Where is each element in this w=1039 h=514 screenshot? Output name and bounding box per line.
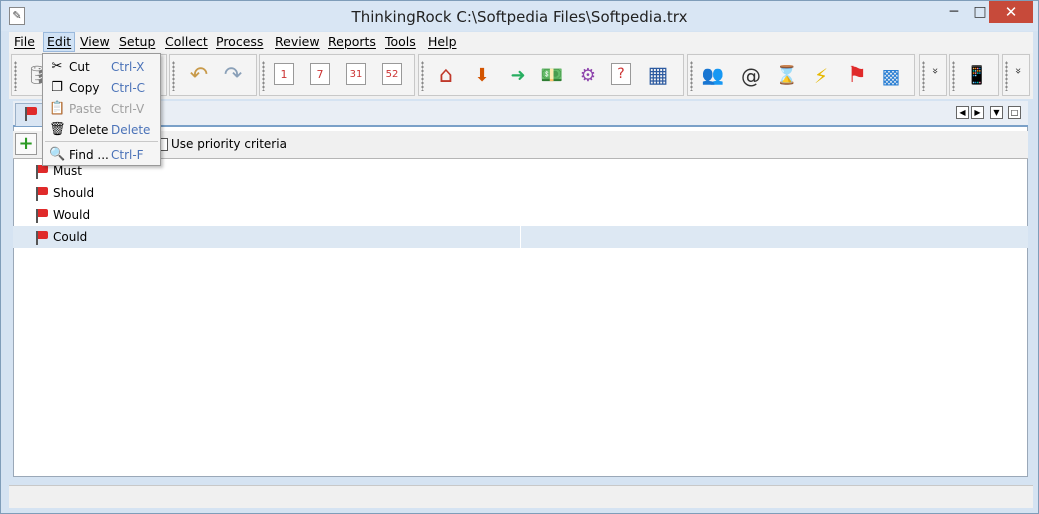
- toolbar-overflow-chevron-icon[interactable]: »: [929, 65, 942, 77]
- edit-menu-dropdown: ✂ Cut Ctrl-X ❐ Copy Ctrl-C 📋 Paste Ctrl-…: [42, 53, 161, 166]
- toolbar-grip[interactable]: [690, 61, 693, 91]
- toolbar-grip[interactable]: [172, 61, 175, 91]
- calendar-year-icon[interactable]: 52: [382, 63, 402, 85]
- menu-item-label: Paste: [69, 102, 102, 116]
- priority-list: Must Should Would Could: [13, 160, 1028, 248]
- menu-collect[interactable]: Collect: [165, 32, 208, 52]
- menu-item-copy[interactable]: ❐ Copy Ctrl-C: [43, 78, 160, 98]
- contacts-icon[interactable]: 👥: [700, 63, 726, 89]
- menu-item-shortcut: Ctrl-V: [111, 102, 145, 116]
- scissors-icon: ✂: [51, 59, 63, 74]
- title-bar[interactable]: ✎ ThinkingRock C:\Softpedia Files\Softpe…: [1, 1, 1038, 31]
- list-item[interactable]: Must: [13, 160, 1028, 182]
- toolbar-overflow-chevron-icon[interactable]: »: [1012, 65, 1025, 77]
- tab-scroll-right-icon[interactable]: ▶: [971, 106, 984, 119]
- menu-setup[interactable]: Setup: [119, 32, 155, 52]
- toolbar-grip[interactable]: [421, 61, 424, 91]
- flag-icon: [35, 231, 49, 245]
- toolbar-grip[interactable]: [952, 61, 955, 91]
- menu-view[interactable]: View: [80, 32, 110, 52]
- flag-icon: [35, 209, 49, 223]
- menu-file[interactable]: File: [14, 32, 35, 52]
- menu-item-delete[interactable]: 🗑 Delete Delete: [43, 120, 160, 140]
- trash-icon: 🗑: [49, 122, 66, 137]
- app-window: ✎ ThinkingRock C:\Softpedia Files\Softpe…: [0, 0, 1039, 514]
- hourglass-icon[interactable]: ⌛: [774, 63, 800, 89]
- menu-item-shortcut: Ctrl-C: [111, 81, 146, 95]
- main-toolbar: 🛢 ↶ ↷ 1 7 31 52 ⌂ ⬇ ➜ 💵 ⚙ ? ▦ 👥 @ ⌛ ⚡ ⚑ …: [9, 53, 1033, 99]
- toolbar-group-calendar: 1 7 31 52: [259, 54, 415, 96]
- question-calendar-icon[interactable]: ?: [611, 63, 631, 85]
- undo-icon[interactable]: ↶: [186, 63, 212, 89]
- close-button[interactable]: ✕: [989, 1, 1033, 23]
- column-divider: [520, 226, 521, 248]
- at-icon[interactable]: @: [738, 63, 764, 89]
- toolbar-grip[interactable]: [922, 61, 925, 91]
- tab-strip: ◀ ▶ ▼ □: [13, 101, 1028, 127]
- toolbar-grip[interactable]: [14, 61, 17, 91]
- paste-icon: 📋: [49, 101, 66, 116]
- toolbar-grip[interactable]: [262, 61, 265, 91]
- list-item-label: Should: [53, 186, 95, 200]
- toolbar-group-overflow-2: »: [1002, 54, 1030, 96]
- menu-reports[interactable]: Reports: [328, 32, 376, 52]
- flag-icon[interactable]: ⚑: [844, 63, 870, 89]
- home-icon[interactable]: ⌂: [433, 63, 459, 89]
- redo-icon[interactable]: ↷: [220, 63, 246, 89]
- toolbar-group-devices: 📱: [949, 54, 999, 96]
- menu-item-shortcut: Ctrl-X: [111, 60, 145, 74]
- menu-item-paste: 📋 Paste Ctrl-V: [43, 99, 160, 119]
- list-item-label: Could: [53, 230, 88, 244]
- window-title: ThinkingRock C:\Softpedia Files\Softpedi…: [351, 8, 688, 26]
- menu-edit[interactable]: Edit: [43, 32, 76, 52]
- list-item[interactable]: Would: [13, 204, 1028, 226]
- menu-item-label: Cut: [69, 60, 90, 74]
- list-item-label: Would: [53, 208, 91, 222]
- phone-icon[interactable]: 📱: [964, 63, 990, 89]
- menu-item-find[interactable]: 🔍 Find ... Ctrl-F: [43, 145, 160, 165]
- blocks-icon[interactable]: ▩: [878, 63, 904, 89]
- flag-icon: [35, 165, 49, 179]
- menu-item-label: Copy: [69, 81, 100, 95]
- list-item-selected[interactable]: Could: [13, 226, 1028, 248]
- toolbar-group-contexts: 👥 @ ⌛ ⚡ ⚑ ▩: [687, 54, 915, 96]
- process-thoughts-icon[interactable]: ⚙: [575, 63, 601, 89]
- toolbar-grip[interactable]: [1005, 61, 1008, 91]
- lightning-icon[interactable]: ⚡: [808, 63, 834, 89]
- menu-item-cut[interactable]: ✂ Cut Ctrl-X: [43, 57, 160, 77]
- menu-item-shortcut: Delete: [111, 123, 151, 137]
- flag-icon: [35, 187, 49, 201]
- menu-separator: [45, 141, 158, 142]
- menu-review[interactable]: Review: [275, 32, 320, 52]
- magnifier-icon: 🔍: [49, 147, 66, 162]
- tab-criteria[interactable]: [15, 103, 43, 126]
- add-criterion-button[interactable]: +: [15, 133, 37, 155]
- menu-item-label: Delete: [69, 123, 109, 137]
- inbox-in-icon[interactable]: ⬇: [469, 63, 495, 89]
- menu-item-label: Find ...: [69, 148, 109, 162]
- toolbar-group-overflow-1: »: [919, 54, 947, 96]
- tab-menu-icon[interactable]: ▼: [990, 106, 1003, 119]
- calendar-day-icon[interactable]: 1: [274, 63, 294, 85]
- calendar-week-icon[interactable]: 7: [310, 63, 330, 85]
- filing-cabinet-icon[interactable]: ▦: [645, 63, 671, 89]
- toolbar-group-undo: ↶ ↷: [169, 54, 257, 96]
- list-item[interactable]: Should: [13, 182, 1028, 204]
- calendar-month-icon[interactable]: 31: [346, 63, 366, 85]
- menu-process[interactable]: Process: [216, 32, 263, 52]
- money-icon[interactable]: 💵: [539, 63, 565, 89]
- menu-help[interactable]: Help: [428, 32, 457, 52]
- menu-tools[interactable]: Tools: [385, 32, 416, 52]
- tab-maximize-icon[interactable]: □: [1008, 106, 1021, 119]
- flag-icon: [24, 107, 38, 121]
- copy-icon: ❐: [51, 80, 63, 95]
- criteria-toolbar: + Use priority criteria: [13, 131, 1028, 159]
- status-bar: [9, 485, 1033, 508]
- menu-item-shortcut: Ctrl-F: [111, 148, 144, 162]
- tab-scroll-left-icon[interactable]: ◀: [956, 106, 969, 119]
- use-priority-label[interactable]: Use priority criteria: [171, 137, 287, 151]
- toolbar-group-actions: ⌂ ⬇ ➜ 💵 ⚙ ? ▦: [418, 54, 684, 96]
- menu-bar: File Edit View Setup Collect Process Rev…: [9, 32, 1033, 53]
- inbox-out-icon[interactable]: ➜: [505, 63, 531, 89]
